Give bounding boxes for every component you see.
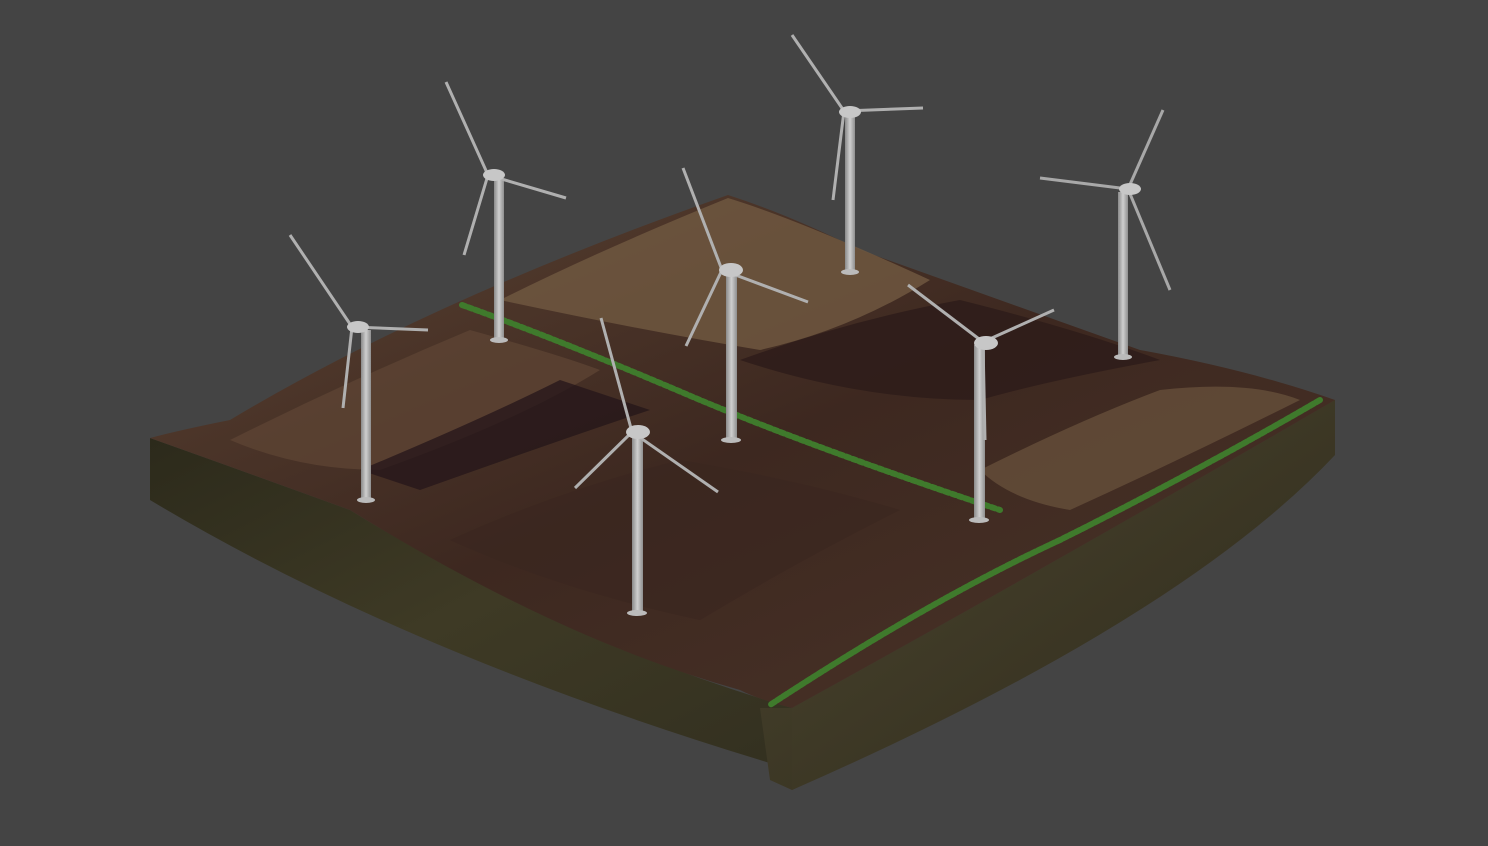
scene-canvas <box>150 34 1335 790</box>
3d-viewport[interactable] <box>0 0 1488 846</box>
